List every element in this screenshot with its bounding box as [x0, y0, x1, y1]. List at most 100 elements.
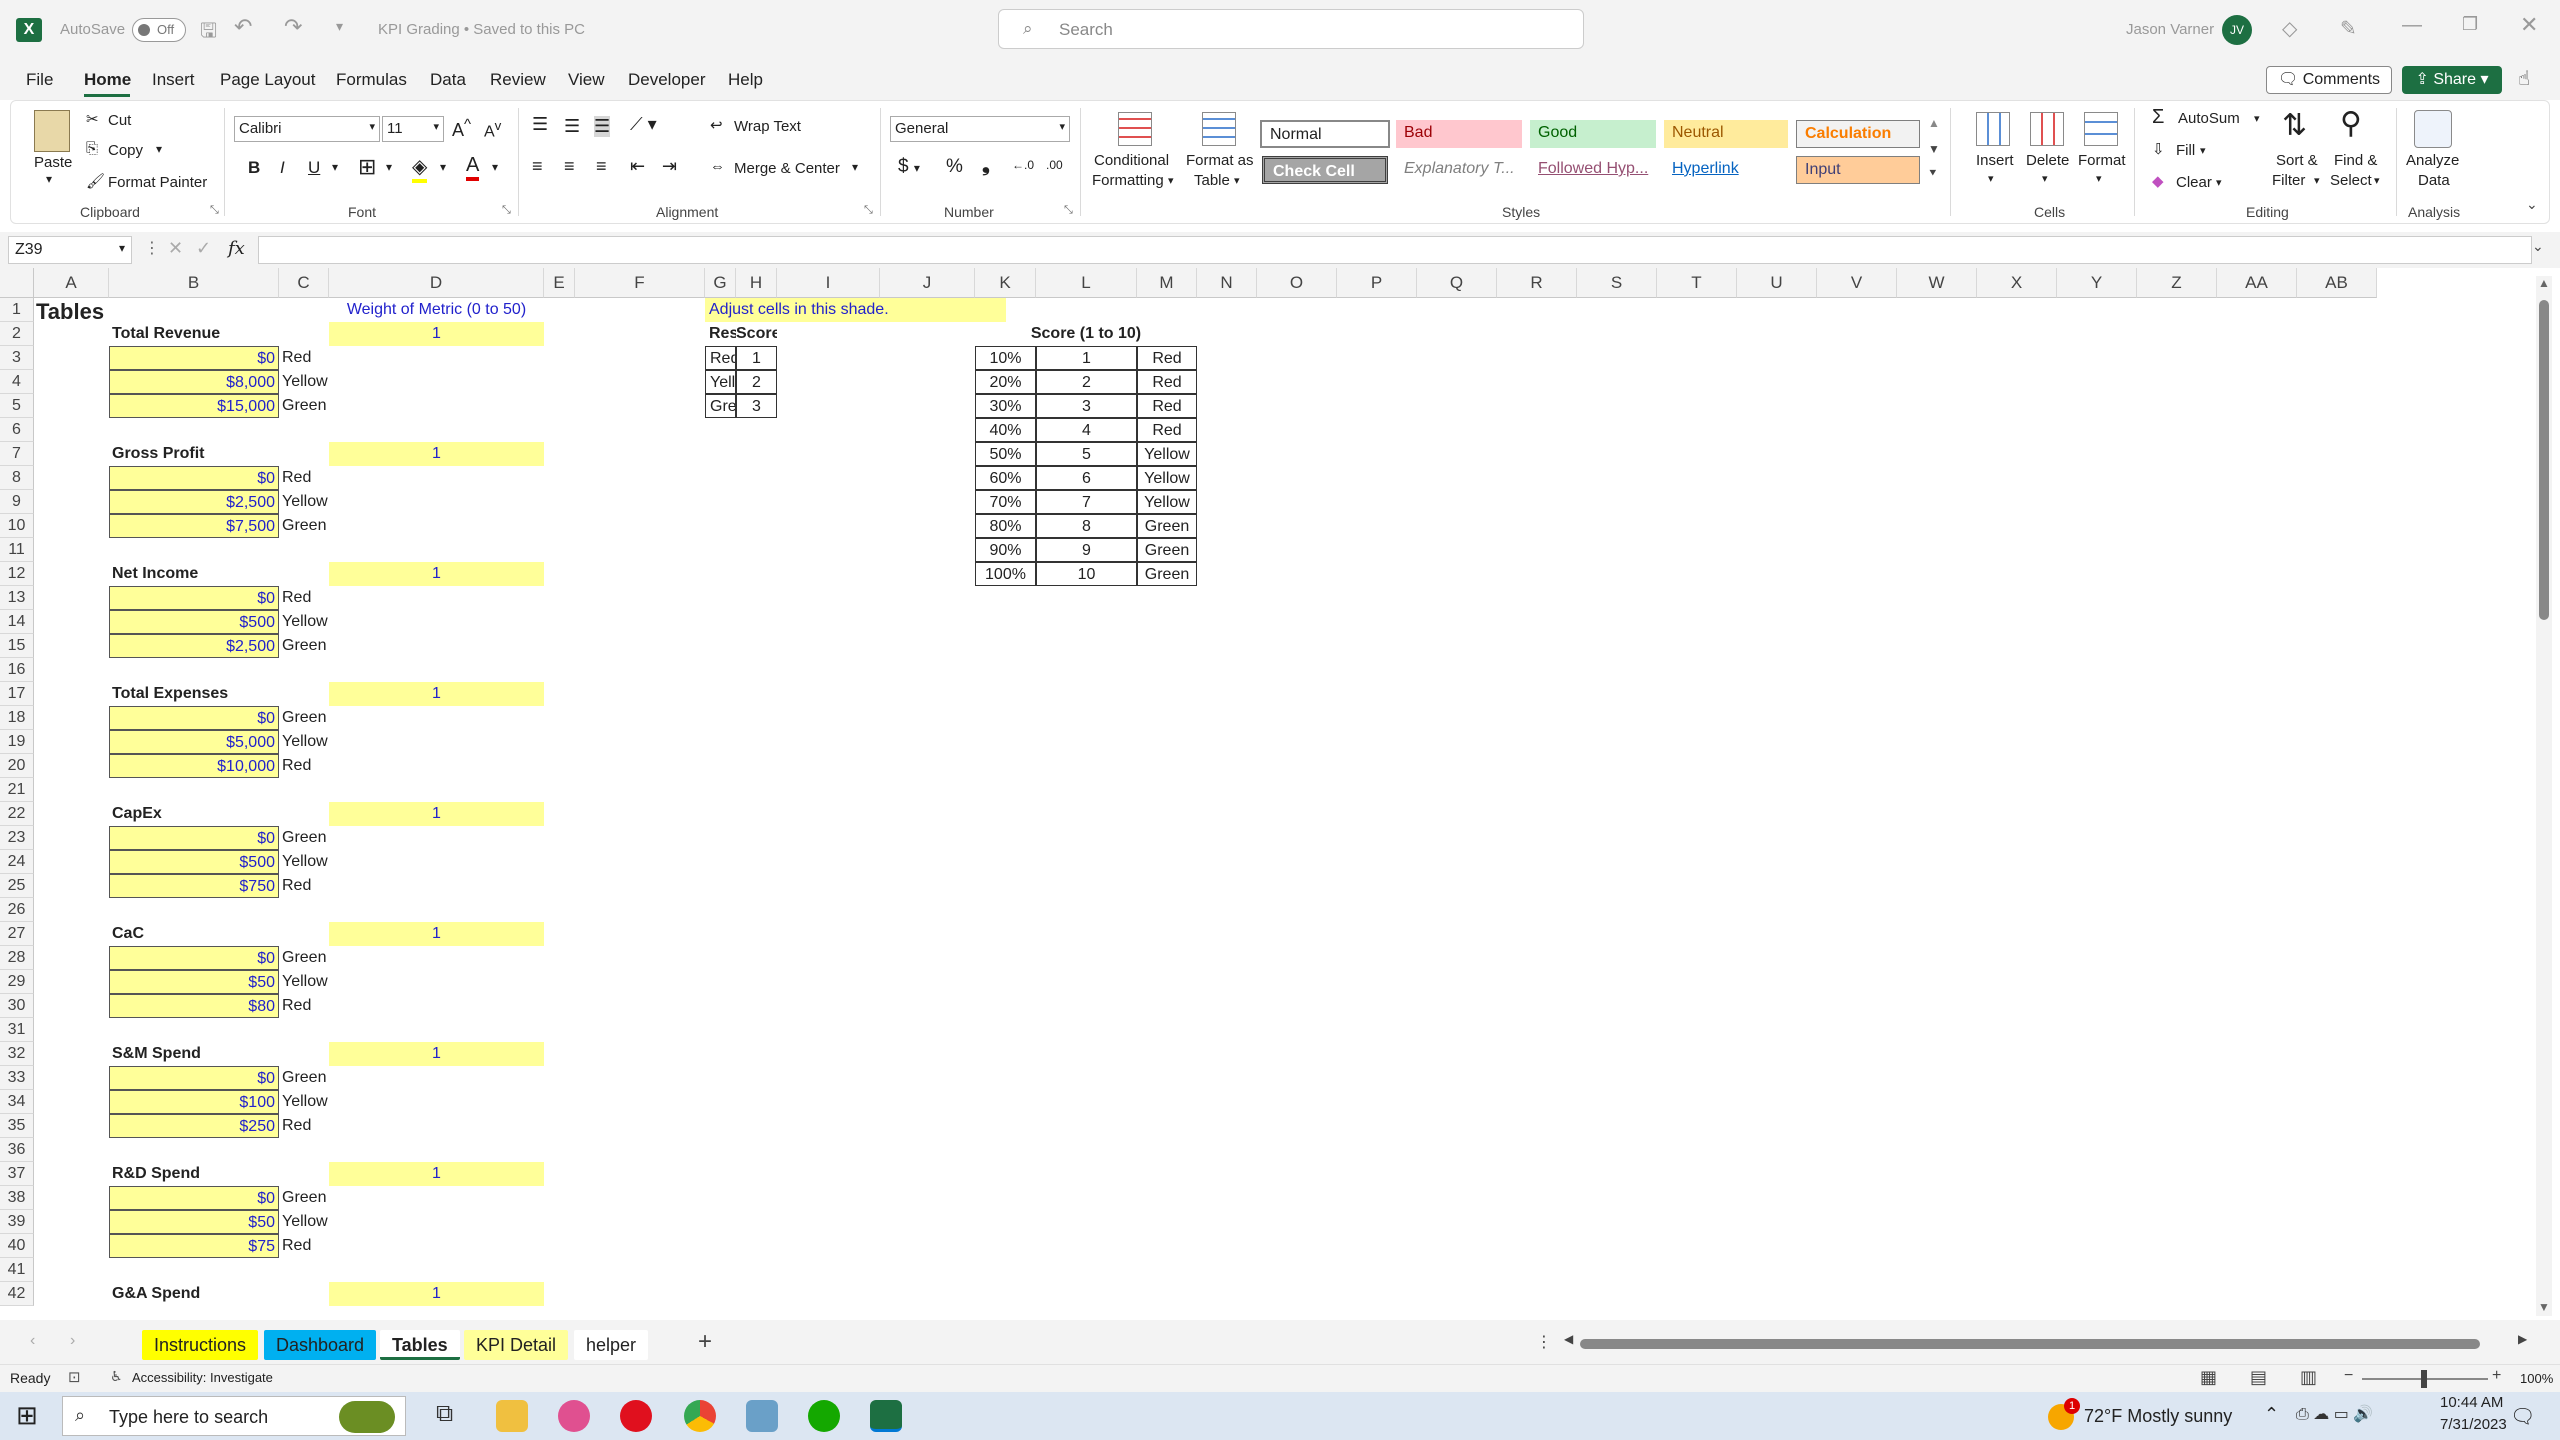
column-header[interactable]: Z	[2137, 268, 2217, 298]
find-select-dropdown-icon[interactable]: ▾	[2374, 174, 2380, 187]
close-icon[interactable]: ✕	[2520, 12, 2538, 38]
insert-function-icon[interactable]: fx	[228, 238, 245, 259]
threshold-label[interactable]: Yellow	[279, 1210, 329, 1234]
zoom-slider-thumb[interactable]	[2421, 1370, 2427, 1388]
format-painter-button[interactable]: Format Painter	[108, 174, 207, 191]
threshold-label[interactable]: Green	[279, 1186, 329, 1210]
threshold-input[interactable]: $0	[109, 346, 279, 370]
weather-text[interactable]: 72°F Mostly sunny	[2084, 1406, 2232, 1427]
paste-button[interactable]: Paste	[34, 154, 72, 171]
threshold-label[interactable]: Green	[279, 514, 329, 538]
score-cell[interactable]: 2	[736, 370, 777, 394]
row-header[interactable]: 16	[0, 658, 34, 682]
threshold-label[interactable]: Yellow	[279, 490, 329, 514]
pct-cell[interactable]: 40%	[975, 418, 1036, 442]
orientation-icon[interactable]: ⟋ ▾	[630, 114, 657, 135]
hscroll-right-icon[interactable]: ▶	[2518, 1332, 2527, 1346]
style-explanatory[interactable]: Explanatory T...	[1396, 156, 1522, 184]
horizontal-scroll-thumb[interactable]	[1580, 1339, 2480, 1349]
insert-cells-button[interactable]: Insert	[1976, 152, 2014, 169]
comma-icon[interactable]: ❟	[982, 154, 990, 177]
threshold-label[interactable]: Yellow	[279, 970, 329, 994]
tab-instructions[interactable]: Instructions	[142, 1330, 259, 1360]
clear-button[interactable]: Clear	[2176, 174, 2212, 191]
pct-cell[interactable]: 30%	[975, 394, 1036, 418]
row-header[interactable]: 9	[0, 490, 34, 514]
threshold-label[interactable]: Yellow	[279, 850, 329, 874]
feedback-icon[interactable]: ☝	[2518, 66, 2530, 91]
row-header[interactable]: 28	[0, 946, 34, 970]
row-header[interactable]: 37	[0, 1162, 34, 1186]
style-followed-hyperlink[interactable]: Followed Hyp...	[1530, 156, 1656, 184]
column-header[interactable]: K	[975, 268, 1036, 298]
font-size-select[interactable]: 11 ▾	[382, 116, 444, 142]
menu-page-layout[interactable]: Page Layout	[220, 70, 315, 90]
menu-review[interactable]: Review	[490, 70, 546, 90]
fill-color-icon[interactable]: ◈	[412, 154, 428, 183]
clipboard-launcher-icon[interactable]: ⤡	[210, 204, 219, 217]
metric-name[interactable]: S&M Spend	[109, 1042, 279, 1066]
style-normal[interactable]: Normal	[1260, 120, 1390, 148]
metric-name[interactable]: Total Revenue	[109, 322, 279, 346]
threshold-label[interactable]: Green	[279, 1066, 329, 1090]
score-num-cell[interactable]: 5	[1036, 442, 1137, 466]
avatar[interactable]: JV	[2222, 15, 2252, 45]
score-num-cell[interactable]: 1	[1036, 346, 1137, 370]
sort-filter-dropdown-icon[interactable]: ▾	[2314, 174, 2320, 187]
score-num-cell[interactable]: 6	[1036, 466, 1137, 490]
threshold-label[interactable]: Green	[279, 706, 329, 730]
threshold-input[interactable]: $750	[109, 874, 279, 898]
align-center-icon[interactable]: ≡	[564, 156, 575, 177]
merge-center-button[interactable]: Merge & Center	[734, 160, 840, 177]
format-as-table-button[interactable]: Format as	[1186, 152, 1254, 169]
sort-filter-button[interactable]: Sort &	[2276, 152, 2318, 169]
column-header[interactable]: A	[34, 268, 109, 298]
delete-dropdown-icon[interactable]: ▾	[2042, 172, 2048, 185]
excel-taskbar-icon[interactable]	[870, 1400, 902, 1432]
row-header[interactable]: 17	[0, 682, 34, 706]
style-neutral[interactable]: Neutral	[1664, 120, 1788, 148]
threshold-input[interactable]: $500	[109, 850, 279, 874]
threshold-input[interactable]: $0	[109, 1186, 279, 1210]
wrap-text-button[interactable]: Wrap Text	[734, 118, 801, 135]
diamond-icon[interactable]: ◇	[2282, 16, 2297, 41]
menu-data[interactable]: Data	[430, 70, 466, 90]
row-header[interactable]: 11	[0, 538, 34, 562]
snipping-tool-icon[interactable]	[558, 1400, 590, 1432]
row-header[interactable]: 42	[0, 1282, 34, 1306]
task-view-icon[interactable]: ⧉	[436, 1400, 453, 1428]
customize-qat-icon[interactable]: ▾	[336, 18, 343, 35]
zoom-out-icon[interactable]: −	[2344, 1367, 2353, 1385]
cancel-formula-icon[interactable]: ✕	[168, 238, 183, 259]
menu-view[interactable]: View	[568, 70, 605, 90]
threshold-input[interactable]: $7,500	[109, 514, 279, 538]
increase-font-icon[interactable]: A^	[452, 116, 471, 141]
menu-home[interactable]: Home	[84, 70, 131, 90]
row-header[interactable]: 27	[0, 922, 34, 946]
column-header[interactable]: V	[1817, 268, 1897, 298]
metric-weight[interactable]: 1	[329, 442, 544, 466]
font-name-select[interactable]: Calibri ▾	[234, 116, 380, 142]
percent-icon[interactable]: %	[946, 156, 963, 178]
column-header[interactable]: AA	[2217, 268, 2297, 298]
borders-dropdown-icon[interactable]: ▾	[386, 160, 392, 174]
metric-weight[interactable]: 1	[329, 922, 544, 946]
result-cell[interactable]: Green	[705, 394, 736, 418]
copy-button[interactable]: Copy	[108, 142, 143, 159]
row-header[interactable]: 7	[0, 442, 34, 466]
styles-scroll-up-icon[interactable]: ▲	[1928, 116, 1940, 130]
file-explorer-icon[interactable]	[496, 1400, 528, 1432]
row-header[interactable]: 18	[0, 706, 34, 730]
row-header[interactable]: 3	[0, 346, 34, 370]
column-header[interactable]: U	[1737, 268, 1817, 298]
result-cell[interactable]: Red	[705, 346, 736, 370]
threshold-input[interactable]: $250	[109, 1114, 279, 1138]
decrease-font-icon[interactable]: Av	[484, 118, 501, 141]
style-input[interactable]: Input	[1796, 156, 1920, 184]
row-header[interactable]: 4	[0, 370, 34, 394]
accessibility-status[interactable]: Accessibility: Investigate	[132, 1370, 273, 1385]
row-header[interactable]: 23	[0, 826, 34, 850]
tab-tables[interactable]: Tables	[380, 1330, 460, 1360]
row-header[interactable]: 40	[0, 1234, 34, 1258]
color-cell[interactable]: Yellow	[1137, 466, 1197, 490]
